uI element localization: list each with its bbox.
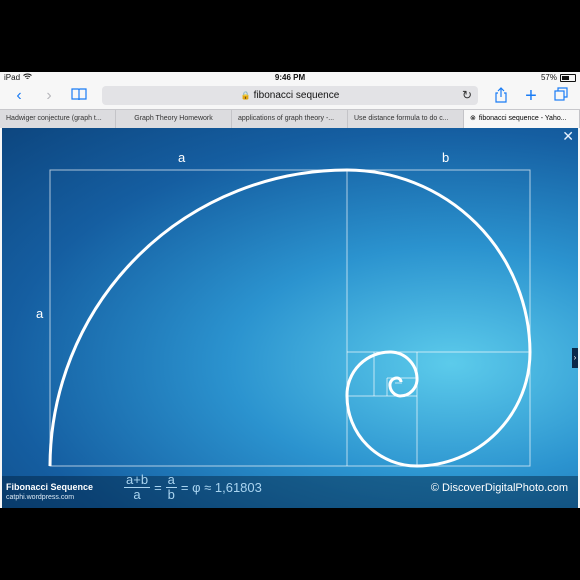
caption-source-link[interactable]: catphi.wordpress.com xyxy=(6,494,74,501)
address-text: fibonacci sequence xyxy=(253,90,340,101)
copyright-watermark: © DiscoverDigitalPhoto.com xyxy=(430,482,568,494)
battery-percent: 57% xyxy=(540,73,557,82)
golden-ratio-illustration xyxy=(48,168,532,468)
fraction-a-plus-b-over-a: a+b a xyxy=(124,472,151,502)
golden-ratio-formula: a+b a = a b = φ ≈ 1,61803 xyxy=(124,473,262,502)
browser-toolbar: ‹ › 🔒 fibonacci sequence ↻ + xyxy=(0,84,580,108)
address-bar[interactable]: 🔒 fibonacci sequence ↻ xyxy=(102,86,478,105)
denominator: a xyxy=(133,487,141,502)
image-caption-bar: Fibonacci Sequence catphi.wordpress.com … xyxy=(2,476,578,508)
caption-title: Fibonacci Sequence xyxy=(6,482,94,492)
label-b-top: b xyxy=(442,150,450,165)
tabs-overview-icon[interactable] xyxy=(552,87,570,105)
ipad-screen: iPad 9:46 PM 57% ‹ › 🔒 fibonacci sequenc… xyxy=(0,72,580,508)
status-right: 57% xyxy=(541,73,576,82)
equals-sign: = xyxy=(154,480,162,495)
tab-label: fibonacci sequence - Yaho... xyxy=(478,115,567,122)
status-bar: iPad 9:46 PM 57% xyxy=(0,72,580,84)
tab-fibonacci[interactable]: ⊗ fibonacci sequence - Yaho... xyxy=(464,110,580,128)
label-a-side: a xyxy=(36,306,44,321)
phi-value: = φ ≈ 1,61803 xyxy=(180,480,262,495)
denominator: b xyxy=(167,487,175,502)
share-icon[interactable] xyxy=(492,87,510,105)
golden-spiral xyxy=(48,168,532,468)
tab-label: Hadwiger conjecture (graph t... xyxy=(6,115,102,122)
fraction-a-over-b: a b xyxy=(165,472,177,502)
tab-applications-graph-theory[interactable]: applications of graph theory -... xyxy=(232,110,348,128)
golden-rectangles xyxy=(49,169,531,467)
lock-icon: 🔒 xyxy=(240,91,251,100)
bookmarks-icon[interactable] xyxy=(70,87,88,105)
battery-icon xyxy=(560,73,576,82)
new-tab-icon[interactable]: + xyxy=(522,86,540,106)
tab-hadwiger[interactable]: Hadwiger conjecture (graph t... xyxy=(0,110,116,128)
tab-label: Graph Theory Homework xyxy=(134,115,213,122)
numerator: a+b xyxy=(124,472,151,488)
close-tab-icon[interactable]: ⊗ xyxy=(470,115,476,122)
forward-icon[interactable]: › xyxy=(40,87,58,105)
label-a-top: a xyxy=(178,150,186,165)
tab-bar: Hadwiger conjecture (graph t... Graph Th… xyxy=(0,109,580,128)
next-image-handle[interactable]: › xyxy=(572,348,578,368)
clock: 9:46 PM xyxy=(274,73,306,82)
back-icon[interactable]: ‹ xyxy=(10,87,28,105)
tab-distance-formula[interactable]: Use distance formula to do c... xyxy=(348,110,464,128)
tab-label: applications of graph theory -... xyxy=(238,115,335,122)
close-image-icon[interactable]: ✕ xyxy=(562,128,574,145)
tab-graph-theory-homework[interactable]: Graph Theory Homework xyxy=(116,110,232,128)
reload-icon[interactable]: ↻ xyxy=(462,88,472,102)
numerator: a xyxy=(165,472,177,488)
image-viewer[interactable]: a b a ✕ › Fibonacci Sequence catphi.word… xyxy=(2,128,578,508)
tab-label: Use distance formula to do c... xyxy=(354,115,449,122)
